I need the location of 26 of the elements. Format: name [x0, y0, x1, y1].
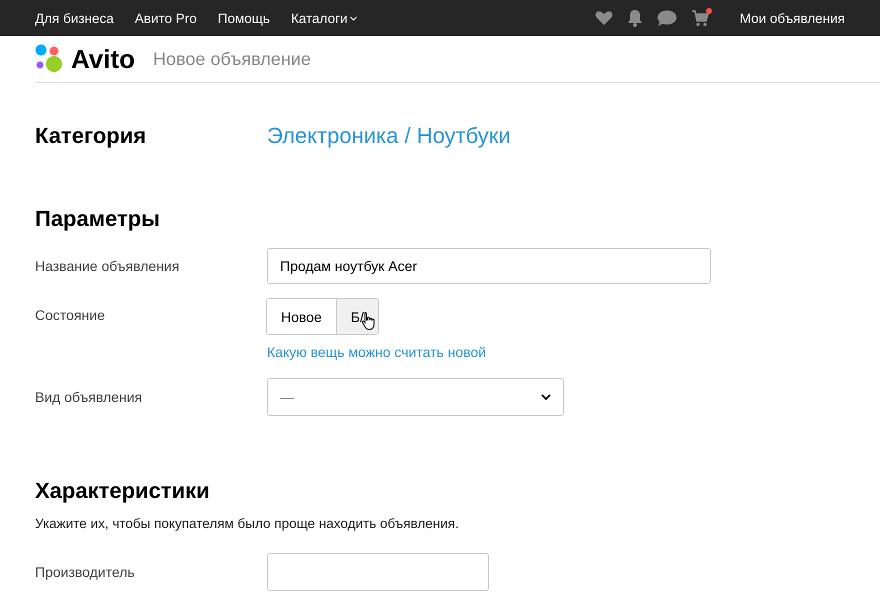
nav-link[interactable]: Каталоги [290, 10, 357, 26]
field-label: Вид объявления [35, 389, 144, 405]
field-label: Состояние [35, 307, 106, 323]
chevron-down-icon [541, 394, 551, 400]
condition-option[interactable]: Новое [266, 298, 337, 335]
bell-icon[interactable] [626, 9, 643, 27]
section-heading: Категория [35, 123, 148, 149]
logo-icon [35, 44, 65, 74]
nav-link[interactable]: Авито Pro [134, 10, 197, 26]
cart-icon[interactable] [690, 10, 709, 26]
section-heading: Характеристики [35, 478, 211, 504]
title-input-field[interactable]: Продам ноутбук Acer [267, 248, 711, 284]
condition-option[interactable]: Б/ [336, 298, 379, 335]
field-label: Производитель [35, 564, 136, 580]
section-description: Укажите их, чтобы покупателям было проще находить объявления. [35, 516, 460, 531]
logo-text: Avito [71, 44, 136, 74]
chat-icon[interactable] [656, 10, 677, 26]
page-title: Новое объявление [153, 48, 311, 70]
heart-icon[interactable] [594, 10, 613, 26]
manufacturer-input-field[interactable] [267, 553, 489, 591]
nav-link[interactable]: Помощь [218, 10, 270, 26]
nav-link[interactable]: Для бизнеса [35, 10, 114, 26]
my-ads-link[interactable]: Мои объявления [740, 10, 845, 26]
ad-type-select[interactable]: — [267, 378, 564, 416]
section-heading: Параметры [35, 206, 161, 232]
field-label: Название объявления [35, 258, 180, 274]
